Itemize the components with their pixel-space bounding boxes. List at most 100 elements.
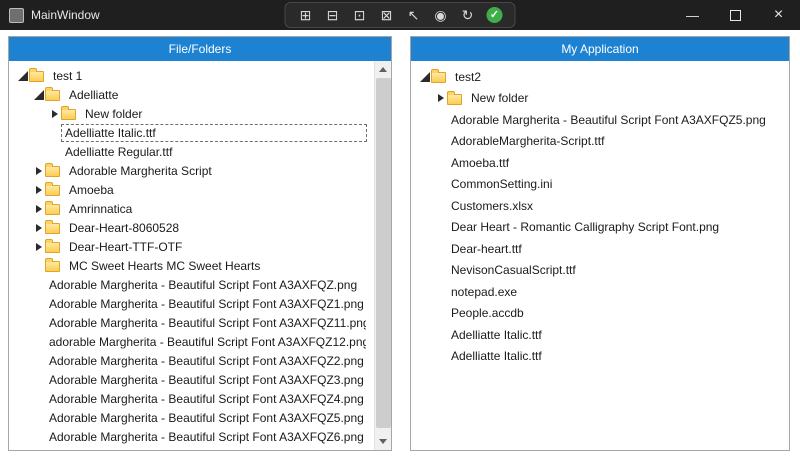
tree-item[interactable]: Adelliatte: [9, 85, 391, 104]
tree-item[interactable]: notepad.exe: [411, 281, 789, 303]
tree-item[interactable]: Adorable Margherita - Beautiful Script F…: [9, 313, 391, 332]
tree-item-label: Adorable Margherita - Beautiful Script F…: [45, 352, 367, 370]
titlebar-left: MainWindow: [0, 8, 100, 23]
tree-item[interactable]: Adorable Margherita Script: [9, 161, 391, 180]
region-capture-icon[interactable]: ⊠: [379, 7, 395, 23]
tree-item-label: Adorable Margherita - Beautiful Script F…: [45, 276, 361, 294]
screen-capture-icon[interactable]: ⊡: [352, 7, 368, 23]
arrow-spacer: [33, 336, 45, 348]
tree-item[interactable]: NevisonCasualScript.ttf: [411, 260, 789, 282]
arrow-spacer: [49, 146, 61, 158]
collapse-arrow-icon[interactable]: [33, 89, 45, 101]
tree-item[interactable]: Adelliatte Italic.ttf: [411, 324, 789, 346]
tree-item[interactable]: Customers.xlsx: [411, 195, 789, 217]
arrow-spacer: [33, 431, 45, 443]
arrow-spacer: [435, 307, 447, 319]
tree-item[interactable]: People.accdb: [411, 303, 789, 325]
tree-item[interactable]: CommonSetting.ini: [411, 174, 789, 196]
tree-item[interactable]: Adelliatte Italic.ttf: [9, 123, 391, 142]
expand-arrow-icon[interactable]: [33, 222, 45, 234]
expand-arrow-icon[interactable]: [435, 92, 447, 104]
tree-item[interactable]: Adorable Margherita - Beautiful Script F…: [9, 294, 391, 313]
tree-item-label: test 1: [49, 67, 86, 85]
tree-item[interactable]: AdorableMargherita-Script.ttf: [411, 131, 789, 153]
tree-item-label: New folder: [81, 105, 146, 123]
capture-window-icon[interactable]: ⊞: [298, 7, 314, 23]
scroll-down-button[interactable]: [375, 433, 392, 450]
tree-item-label: Adorable Margherita - Beautiful Script F…: [45, 295, 367, 313]
tree-item[interactable]: Dear Heart - Romantic Calligraphy Script…: [411, 217, 789, 239]
tree-item[interactable]: MC Sweet Hearts MC Sweet Hearts: [9, 256, 391, 275]
window-controls: — ×: [671, 0, 800, 30]
arrow-spacer: [33, 374, 45, 386]
tree-item[interactable]: New folder: [411, 88, 789, 110]
tree-item-label: Adorable Margherita - Beautiful Script F…: [45, 428, 367, 446]
tree-item-label: Amoeba.ttf: [447, 154, 513, 172]
arrow-spacer: [435, 200, 447, 212]
tree-item-label: Adorable Margherita - Beautiful Script F…: [45, 371, 367, 389]
scrollbar-thumb[interactable]: [376, 78, 391, 428]
tree-item[interactable]: Adorable Margherita - Beautiful Script F…: [9, 427, 391, 446]
tree-item-label: Adorable Margherita Script: [65, 162, 216, 180]
arrow-spacer: [33, 260, 45, 272]
file-folders-panel: File/Folders test 1AdelliatteNew folderA…: [8, 36, 392, 451]
arrow-spacer: [435, 221, 447, 233]
expand-arrow-icon[interactable]: [33, 241, 45, 253]
cursor-capture-icon[interactable]: ↖: [406, 7, 422, 23]
replay-icon[interactable]: ↻: [460, 7, 476, 23]
expand-arrow-icon[interactable]: [33, 165, 45, 177]
tree-item[interactable]: Dear-Heart-8060528: [9, 218, 391, 237]
tree-item[interactable]: Adorable Margherita - Beautiful Script F…: [9, 351, 391, 370]
tree-item-label: Adorable Margherita - Beautiful Script F…: [45, 409, 367, 427]
tree-item-label: adorable Margherita - Beautiful Script F…: [45, 333, 367, 351]
tree-item[interactable]: Adorable Margherita - Beautiful Script F…: [9, 446, 391, 450]
tree-item[interactable]: Amoeba.ttf: [411, 152, 789, 174]
folder-icon: [45, 204, 60, 215]
close-button[interactable]: ×: [757, 0, 800, 30]
tree-item-label: test2: [451, 68, 485, 86]
tree-item[interactable]: Adorable Margherita - Beautiful Script F…: [411, 109, 789, 131]
expand-arrow-icon[interactable]: [33, 203, 45, 215]
tree-item[interactable]: Amoeba: [9, 180, 391, 199]
minimize-button[interactable]: —: [671, 0, 714, 30]
tree-item[interactable]: New folder: [9, 104, 391, 123]
my-application-panel: My Application test2New folderAdorable M…: [410, 36, 790, 451]
file-folders-tree: test 1AdelliatteNew folderAdelliatte Ita…: [9, 61, 391, 450]
tree-item[interactable]: Amrinnatica: [9, 199, 391, 218]
video-camera-icon[interactable]: ⊟: [325, 7, 341, 23]
file-folders-header: File/Folders: [9, 37, 391, 61]
tree-item[interactable]: Adorable Margherita - Beautiful Script F…: [9, 389, 391, 408]
tree-item-label: Adelliatte Italic.ttf: [447, 347, 546, 365]
vertical-scrollbar[interactable]: [374, 61, 391, 450]
tree-item[interactable]: test 1: [9, 66, 391, 85]
folder-icon: [45, 261, 60, 272]
tree-item-label: Adorable Margherita - Beautiful Script F…: [447, 111, 770, 129]
tree-item[interactable]: Dear-heart.ttf: [411, 238, 789, 260]
maximize-button[interactable]: [714, 0, 757, 30]
arrow-spacer: [33, 393, 45, 405]
folder-icon: [45, 166, 60, 177]
tree-item[interactable]: Adorable Margherita - Beautiful Script F…: [9, 370, 391, 389]
arrow-spacer: [33, 355, 45, 367]
window-title: MainWindow: [31, 8, 100, 22]
tree-item-label: Dear-heart.ttf: [447, 240, 526, 258]
arrow-spacer: [435, 114, 447, 126]
tree-item[interactable]: Adorable Margherita - Beautiful Script F…: [9, 275, 391, 294]
tree-item[interactable]: Adelliatte Regular.ttf: [9, 142, 391, 161]
tree-item[interactable]: Dear-Heart-TTF-OTF: [9, 237, 391, 256]
record-icon[interactable]: ◉: [433, 7, 449, 23]
folder-icon: [45, 223, 60, 234]
arrow-spacer: [33, 412, 45, 424]
scroll-up-button[interactable]: [375, 61, 392, 78]
tree-item[interactable]: Adelliatte Italic.ttf: [411, 346, 789, 368]
tree-item[interactable]: adorable Margherita - Beautiful Script F…: [9, 332, 391, 351]
collapse-arrow-icon[interactable]: [419, 71, 431, 83]
folder-icon: [431, 72, 446, 83]
tree-item[interactable]: Adorable Margherita - Beautiful Script F…: [9, 408, 391, 427]
expand-arrow-icon[interactable]: [33, 184, 45, 196]
status-check-icon[interactable]: ✓: [487, 7, 503, 23]
arrow-spacer: [33, 450, 45, 451]
expand-arrow-icon[interactable]: [49, 108, 61, 120]
tree-item[interactable]: test2: [411, 66, 789, 88]
collapse-arrow-icon[interactable]: [17, 70, 29, 82]
